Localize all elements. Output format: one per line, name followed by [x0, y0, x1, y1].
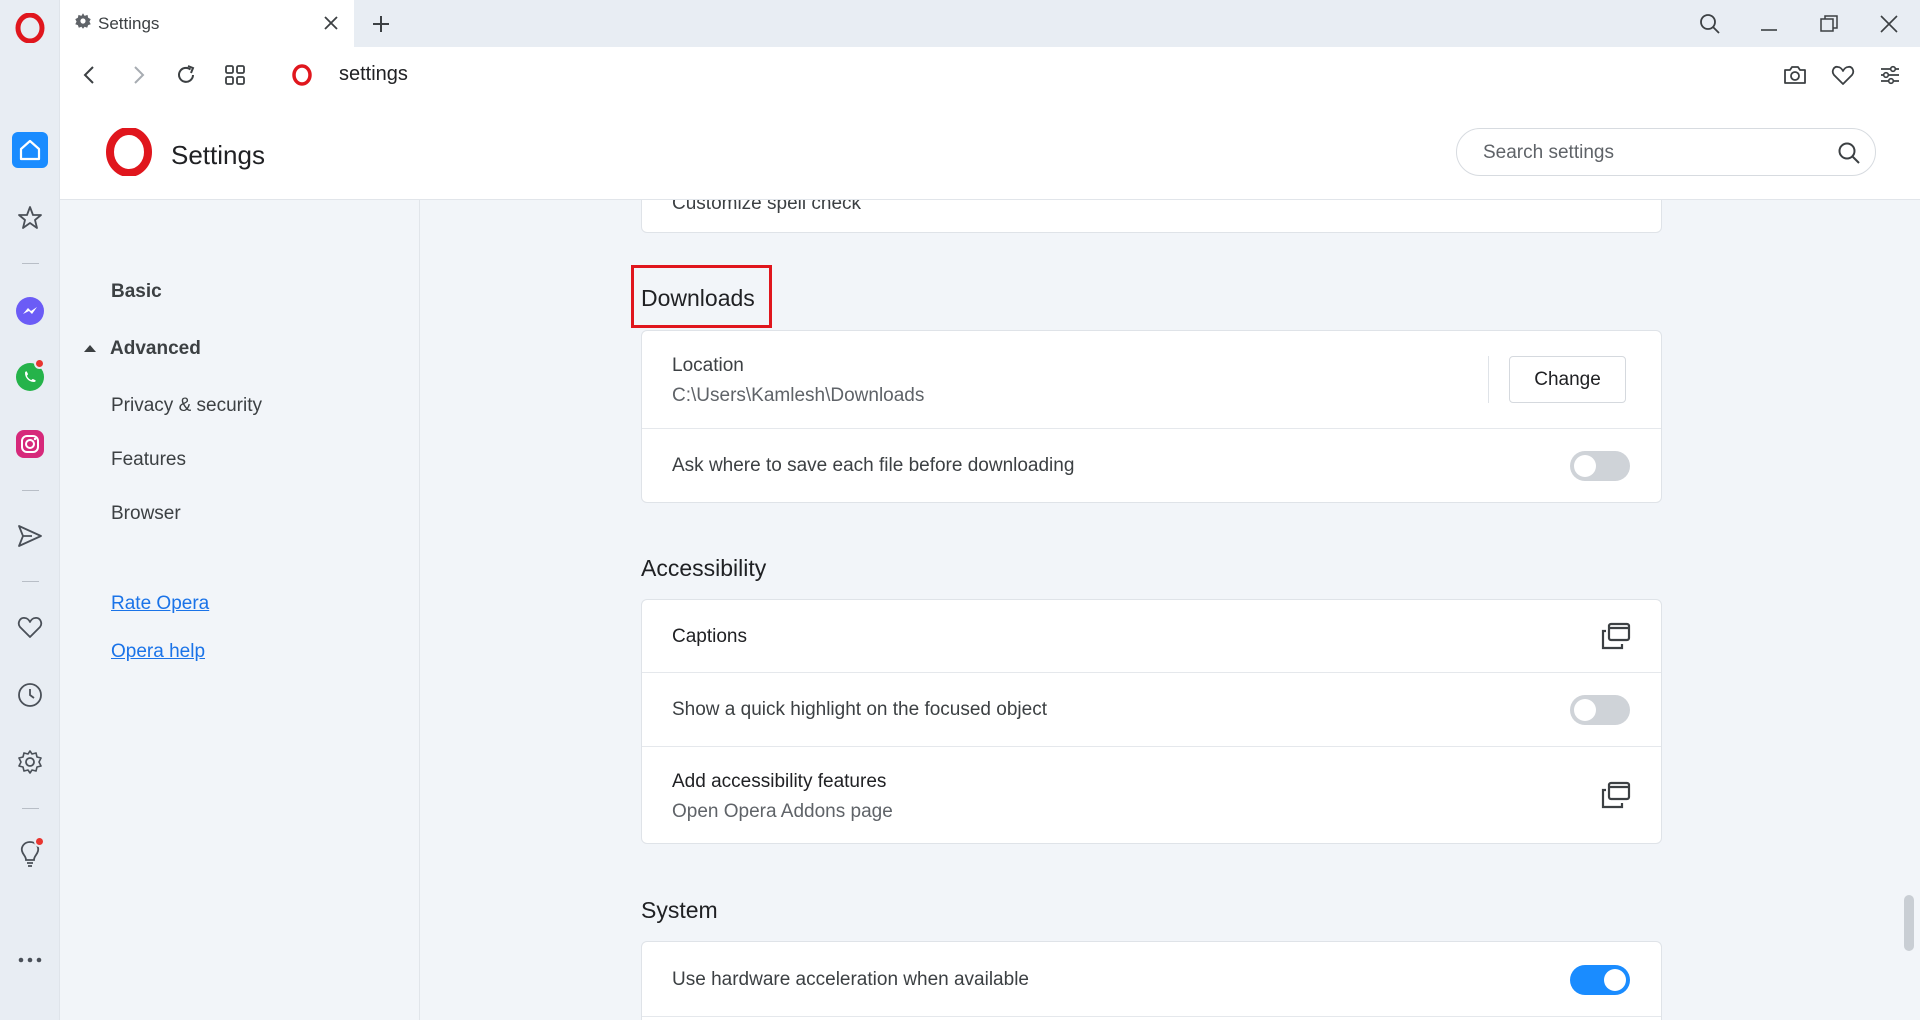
system-section-title: System [641, 897, 718, 923]
lightbulb-icon[interactable] [0, 832, 60, 876]
scrollbar-thumb[interactable] [1904, 895, 1914, 951]
messenger-icon[interactable] [0, 289, 60, 333]
ask-where-row[interactable]: Ask where to save each file before downl… [642, 429, 1661, 504]
search-settings-box[interactable] [1456, 128, 1876, 176]
opera-help-link[interactable]: Opera help [111, 641, 205, 663]
location-path: C:\Users\Kamlesh\Downloads [672, 385, 925, 406]
open-external-icon[interactable] [1601, 781, 1631, 814]
opera-sidebar [0, 0, 60, 1020]
close-tab-icon[interactable] [320, 12, 342, 34]
add-accessibility-label: Add accessibility features [672, 771, 887, 792]
location-label: Location [672, 355, 744, 376]
quick-highlight-label: Show a quick highlight on the focused ob… [672, 699, 1047, 720]
captions-label: Captions [672, 626, 747, 647]
heart-icon[interactable] [0, 605, 60, 649]
sidebar-divider [22, 808, 39, 809]
accessibility-section-title: Accessibility [641, 555, 767, 581]
opera-menu-logo-icon[interactable] [0, 6, 60, 50]
reload-icon[interactable] [171, 60, 201, 90]
row-divider [1488, 356, 1489, 403]
nav-basic[interactable]: Basic [111, 281, 162, 303]
more-dots-icon[interactable] [0, 938, 60, 982]
add-accessibility-row[interactable]: Add accessibility features Open Opera Ad… [642, 747, 1661, 845]
address-url[interactable]: settings [339, 63, 408, 86]
sidebar-divider [22, 490, 39, 491]
history-clock-icon[interactable] [0, 673, 60, 717]
camera-snapshot-icon[interactable] [1780, 60, 1810, 90]
change-location-button[interactable]: Change [1509, 356, 1626, 403]
tiles-grid-icon[interactable] [220, 60, 250, 90]
close-window-icon[interactable] [1872, 9, 1906, 39]
new-tab-plus-icon[interactable] [366, 9, 396, 39]
accessibility-card: Captions Show a quick highlight on the f… [641, 599, 1662, 844]
nav-browser[interactable]: Browser [111, 503, 181, 525]
search-icon[interactable] [1837, 141, 1861, 170]
tab-strip: Settings [60, 0, 1920, 47]
customize-spell-check-label: Customize spell check [672, 200, 862, 214]
hardware-acceleration-row[interactable]: Use hardware acceleration when available [642, 942, 1661, 1017]
nav-advanced[interactable]: Advanced [110, 338, 201, 360]
opera-site-logo-icon [287, 60, 317, 90]
minimize-icon[interactable] [1752, 9, 1786, 39]
notification-badge [34, 836, 45, 847]
tab-settings[interactable]: Settings [60, 0, 354, 47]
spell-check-card: Customize spell check [641, 200, 1662, 233]
instagram-icon[interactable] [0, 422, 60, 466]
gear-icon [74, 12, 92, 35]
whatsapp-icon[interactable] [0, 355, 60, 399]
address-bar: settings [60, 47, 1920, 103]
settings-gear-icon[interactable] [0, 740, 60, 784]
open-external-icon[interactable] [1601, 622, 1631, 655]
collapse-triangle-icon[interactable] [84, 345, 96, 352]
nav-features[interactable]: Features [111, 449, 186, 471]
back-arrow-icon[interactable] [75, 60, 105, 90]
bookmark-heart-icon[interactable] [1828, 60, 1858, 90]
forward-arrow-icon[interactable] [123, 60, 153, 90]
addons-page-sub: Open Opera Addons page [672, 801, 893, 822]
opera-logo-icon [105, 127, 153, 181]
send-icon[interactable] [0, 514, 60, 558]
notification-badge [34, 358, 45, 369]
hardware-acceleration-toggle[interactable] [1570, 965, 1630, 995]
easy-setup-sliders-icon[interactable] [1875, 60, 1905, 90]
quick-highlight-row[interactable]: Show a quick highlight on the focused ob… [642, 673, 1661, 747]
sidebar-divider [22, 581, 39, 582]
restore-window-icon[interactable] [1812, 9, 1846, 39]
quick-highlight-toggle[interactable] [1570, 695, 1630, 725]
home-icon[interactable] [0, 128, 60, 172]
search-input[interactable] [1483, 140, 1813, 166]
location-row: Location C:\Users\Kamlesh\Downloads Chan… [642, 331, 1661, 429]
captions-row[interactable]: Captions [642, 600, 1661, 673]
sidebar-divider [22, 263, 39, 264]
page-title: Settings [171, 140, 265, 170]
downloads-highlight-box [631, 265, 772, 328]
settings-header: Settings [60, 103, 1920, 200]
customize-spell-check-row[interactable]: Customize spell check [642, 200, 1661, 234]
speed-dial-star-icon[interactable] [0, 196, 60, 240]
system-card: Use hardware acceleration when available [641, 941, 1662, 1020]
hardware-acceleration-label: Use hardware acceleration when available [672, 969, 1029, 990]
rate-opera-link[interactable]: Rate Opera [111, 593, 209, 615]
ask-where-label: Ask where to save each file before downl… [672, 455, 1075, 476]
tab-title: Settings [98, 13, 160, 33]
tab-search-icon[interactable] [1693, 9, 1727, 39]
settings-content: Customize spell check Downloads Location… [420, 200, 1900, 1020]
settings-nav: Basic Advanced Privacy & security Featur… [60, 200, 420, 1020]
downloads-card: Location C:\Users\Kamlesh\Downloads Chan… [641, 330, 1662, 503]
ask-where-toggle[interactable] [1570, 451, 1630, 481]
nav-privacy-security[interactable]: Privacy & security [111, 395, 262, 417]
